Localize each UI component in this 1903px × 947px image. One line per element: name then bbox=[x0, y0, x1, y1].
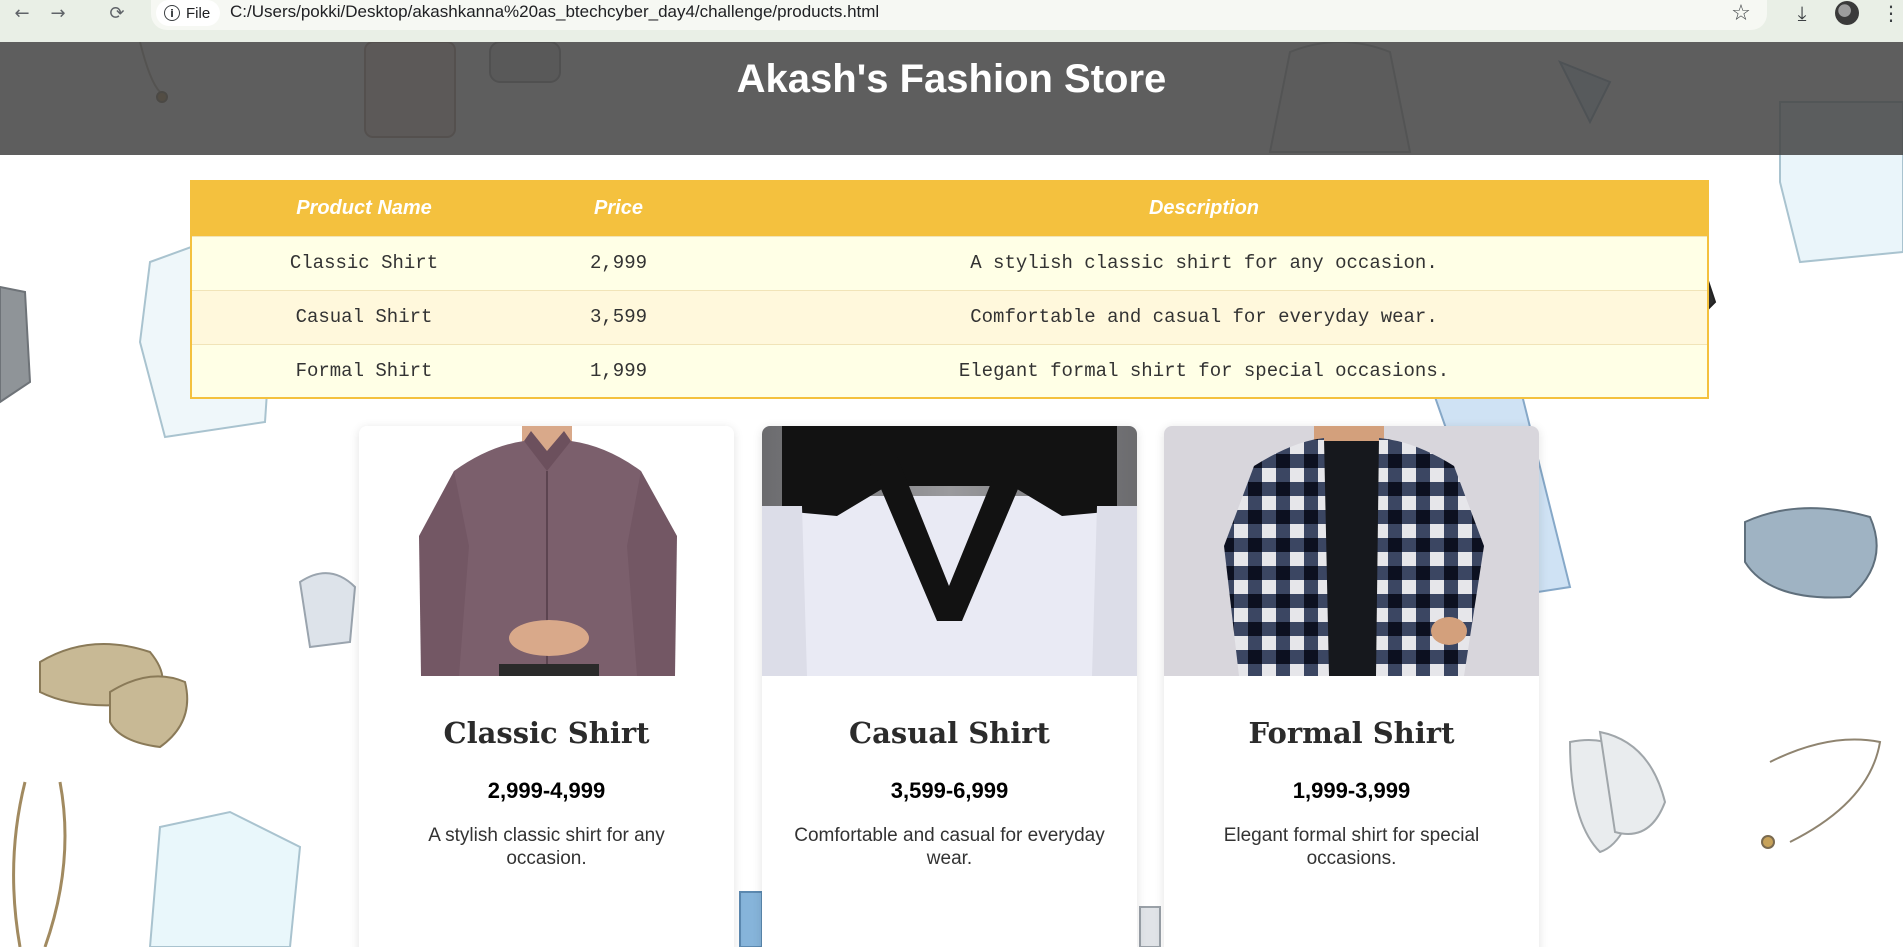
table-row: Formal Shirt 1,999 Elegant formal shirt … bbox=[191, 343, 1708, 398]
column-header-price: Price bbox=[536, 181, 701, 236]
cell-price: 3,599 bbox=[536, 289, 701, 344]
card-price: 3,599-6,999 bbox=[890, 778, 1009, 803]
info-icon: i bbox=[164, 5, 180, 21]
forward-arrow-icon[interactable]: → bbox=[42, 0, 74, 26]
column-header-product-name: Product Name bbox=[191, 181, 536, 236]
url-text[interactable]: C:/Users/pokki/Desktop/akashkanna%20as_b… bbox=[230, 2, 879, 22]
product-card-classic-shirt[interactable]: Classic Shirt 2,999-4,999 A stylish clas… bbox=[359, 426, 734, 947]
classic-shirt-image bbox=[359, 426, 734, 676]
product-card-casual-shirt[interactable]: Casual Shirt 3,599-6,999 Comfortable and… bbox=[762, 426, 1137, 947]
file-chip-label: File bbox=[186, 4, 211, 22]
products-table: Product Name Price Description Classic S… bbox=[190, 180, 1709, 399]
cell-product-name: Casual Shirt bbox=[191, 289, 536, 344]
site-header: Akash's Fashion Store bbox=[0, 42, 1903, 155]
page-viewport: Akash's Fashion Store Product Name Price… bbox=[0, 42, 1903, 947]
cell-price: 1,999 bbox=[536, 343, 701, 398]
table-header-row: Product Name Price Description bbox=[191, 181, 1708, 236]
cell-description: Elegant formal shirt for special occasio… bbox=[701, 343, 1708, 398]
kebab-menu-icon[interactable]: ⋮ bbox=[1881, 0, 1901, 26]
card-title: Formal Shirt bbox=[1248, 716, 1455, 750]
table-row: Classic Shirt 2,999 A stylish classic sh… bbox=[191, 235, 1708, 290]
cell-price: 2,999 bbox=[536, 235, 701, 290]
cell-product-name: Formal Shirt bbox=[191, 343, 536, 398]
product-card-formal-shirt[interactable]: Formal Shirt 1,999-3,999 Elegant formal … bbox=[1164, 426, 1539, 947]
card-price: 2,999-4,999 bbox=[487, 778, 606, 803]
formal-shirt-image bbox=[1164, 426, 1539, 676]
profile-avatar[interactable] bbox=[1835, 1, 1859, 25]
address-bar[interactable]: i File C:/Users/pokki/Desktop/akashkanna… bbox=[151, 0, 1767, 30]
card-title: Casual Shirt bbox=[849, 716, 1050, 750]
browser-toolbar: ← → ⟳ i File C:/Users/pokki/Desktop/akas… bbox=[0, 0, 1903, 42]
back-arrow-icon[interactable]: ← bbox=[6, 0, 38, 26]
casual-shirt-image bbox=[762, 426, 1137, 676]
download-icon[interactable]: ⤓ bbox=[1787, 0, 1817, 26]
bookmark-star-icon[interactable]: ☆ bbox=[1726, 0, 1756, 26]
page-title: Akash's Fashion Store bbox=[736, 57, 1167, 101]
cell-description: Comfortable and casual for everyday wear… bbox=[701, 289, 1708, 344]
card-description: Comfortable and casual for everyday wear… bbox=[794, 825, 1105, 869]
table-row: Casual Shirt 3,599 Comfortable and casua… bbox=[191, 289, 1708, 344]
reload-icon[interactable]: ⟳ bbox=[101, 0, 133, 26]
card-price: 1,999-3,999 bbox=[1292, 778, 1411, 803]
card-description: Elegant formal shirt for special occasio… bbox=[1223, 825, 1480, 869]
column-header-description: Description bbox=[701, 181, 1708, 236]
card-description: A stylish classic shirt for any occasion… bbox=[428, 825, 665, 869]
site-info-chip[interactable]: i File bbox=[156, 0, 221, 26]
cell-description: A stylish classic shirt for any occasion… bbox=[701, 235, 1708, 290]
cell-product-name: Classic Shirt bbox=[191, 235, 536, 290]
card-title: Classic Shirt bbox=[443, 716, 650, 750]
